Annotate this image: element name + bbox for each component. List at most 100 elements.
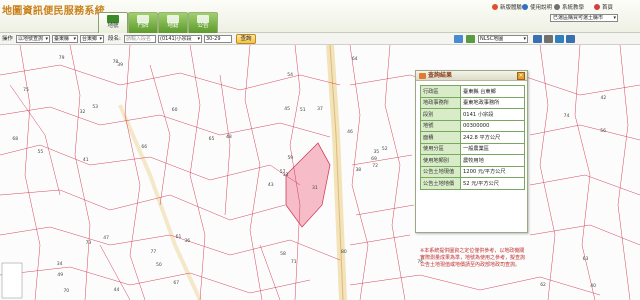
document-icon xyxy=(197,15,209,23)
chevron-down-icon: ▾ xyxy=(99,36,102,42)
site-title: 地圖資訊便民服務系統 xyxy=(2,6,105,17)
row-value: 臺東地政事務所 xyxy=(460,96,525,109)
parcel-number-label: 61 xyxy=(175,234,182,240)
parcel-number-label: 62 xyxy=(540,283,546,289)
parcel-number-label: 73 xyxy=(85,241,92,247)
parcel-number-label: 47 xyxy=(103,236,109,242)
query-result-popup: 查詢結果 × 行政區 臺東縣 台東鄉 地政事務所 臺東地政事務所 段別 0141 小宗… xyxy=(415,70,528,268)
tab-cadastral[interactable]: 地籍 xyxy=(158,12,188,33)
map-layer-select[interactable]: NLSC地圖 ▾ xyxy=(478,35,528,43)
tab-label: 門牌 xyxy=(137,23,149,29)
query-button[interactable]: 查詢 xyxy=(236,34,256,44)
row-value: 1200 元/平方公尺 xyxy=(460,165,525,178)
link-home[interactable]: 首頁 xyxy=(594,3,613,11)
parcel-number-label: 46 xyxy=(347,130,353,136)
table-row: 段別 0141 小宗段 xyxy=(420,108,525,121)
parcel-number-label: 58 xyxy=(280,252,286,258)
print-icon[interactable] xyxy=(544,35,553,43)
parcel-number-label: 75 xyxy=(23,88,29,94)
county-select[interactable]: 臺東縣 ▾ xyxy=(52,35,78,43)
parcel-number-label: 69 xyxy=(371,156,377,162)
parcel-number-label: 56 xyxy=(600,128,606,134)
parcel-number-label: 48 xyxy=(226,135,232,140)
edit-icon[interactable] xyxy=(533,35,542,43)
parcel-number-label: 57 xyxy=(279,169,286,175)
query-mode-select[interactable]: 以地號查詢 ▾ xyxy=(16,35,50,43)
refresh-map-icon[interactable] xyxy=(466,35,475,43)
parcel-number-label: 40 xyxy=(590,283,596,289)
locate-icon[interactable] xyxy=(566,35,575,43)
region-select[interactable]: 已選區購買可選土縣市 ▾ xyxy=(550,14,618,22)
parcel-number-label: 64 xyxy=(351,56,358,62)
popup-header: 查詢結果 × xyxy=(416,71,527,81)
parcel-number-label: 35 xyxy=(373,149,380,155)
row-value: 00300000 xyxy=(460,119,525,132)
table-row: 使用地類別 農牧用地 xyxy=(420,154,525,167)
query-toolbar: 操作 以地號查詢 ▾ 臺東縣 ▾ 台東鄉 ▾ 段名: 請輸入段名 (0141)小宗段 ▾… xyxy=(0,33,640,45)
row-key: 段別 xyxy=(420,108,461,121)
parcel-number-label: 41 xyxy=(82,157,89,163)
link-new-version[interactable]: 新版體驗 xyxy=(492,3,522,11)
measure-icon[interactable] xyxy=(555,35,564,43)
close-button[interactable]: × xyxy=(517,72,525,80)
parcel-number-label: 63 xyxy=(582,257,589,263)
chevron-down-icon: ▾ xyxy=(523,36,526,42)
chevron-down-icon: ▾ xyxy=(73,36,76,42)
parcel-number-label: 32 xyxy=(79,109,86,115)
disclaimer-note: ※本系統提供圖資之定位僅供參考，以地政機關實際測量成果為準，地號為使用之參考，擬… xyxy=(420,248,526,268)
parcel-number-label: 36 xyxy=(184,238,191,244)
section-select[interactable]: (0141)小宗段 ▾ xyxy=(158,35,202,43)
house-icon xyxy=(137,15,149,23)
row-key: 地政事務所 xyxy=(420,96,461,109)
home-icon xyxy=(594,4,600,10)
parcel-lines xyxy=(0,45,640,300)
town-select[interactable]: 台東鄉 ▾ xyxy=(80,35,104,43)
parcel-number-label: 79 xyxy=(58,56,65,62)
people-icon xyxy=(167,15,179,23)
table-row: 地政事務所 臺東地政事務所 xyxy=(420,96,525,109)
parcel-number-label: 43 xyxy=(267,183,274,189)
parcel-number-label: 71 xyxy=(290,260,297,266)
parcel-number-label: 70 xyxy=(63,288,70,294)
table-row: 公告土地現值 1200 元/平方公尺 xyxy=(420,165,525,178)
row-value: 農牧用地 xyxy=(460,154,525,167)
parcel-number-label: 31 xyxy=(312,185,318,191)
section-input[interactable]: 請輸入段名 xyxy=(124,35,156,43)
row-key: 公告土地地價 xyxy=(420,177,461,190)
parcel-number-label: 49 xyxy=(57,273,64,279)
chevron-down-icon: ▾ xyxy=(613,15,616,21)
app-window: 地圖資訊便民服務系統 地號 門牌 地籍 公告 新版體驗 使用說明 系統教學 首頁… xyxy=(0,0,640,300)
parcel-number-label: 80 xyxy=(341,250,347,256)
chevron-down-icon: ▾ xyxy=(197,36,200,42)
row-key: 行政區 xyxy=(420,85,461,98)
tab-label: 地籍 xyxy=(167,23,179,29)
link-user-guide[interactable]: 使用說明 xyxy=(522,3,552,11)
land-number-input[interactable]: 30-29 xyxy=(204,35,232,43)
row-value: 52 元/平方公尺 xyxy=(460,177,525,190)
parcel-number-label: 38 xyxy=(355,167,362,173)
link-tutorial[interactable]: 系統教學 xyxy=(554,3,584,11)
parcel-number-label: 68 xyxy=(12,137,19,143)
zoom-in-icon[interactable] xyxy=(454,35,463,43)
row-value: 一般農業區 xyxy=(460,142,525,155)
result-table: 行政區 臺東縣 台東鄉 地政事務所 臺東地政事務所 段別 0141 小宗段 地號 003… xyxy=(420,85,525,190)
table-row: 公告土地地價 52 元/平方公尺 xyxy=(420,177,525,190)
map-canvas[interactable]: 31 32 33 34 35 36 37 38 39 40 41 42 43 44 45 46 47 48 49 50… xyxy=(0,45,640,300)
row-key: 使用地類別 xyxy=(420,154,461,167)
row-key: 公告土地現值 xyxy=(420,165,461,178)
map-inset xyxy=(1,262,23,299)
parcel-number-label: 37 xyxy=(317,107,323,113)
header-bar: 地圖資訊便民服務系統 地號 門牌 地籍 公告 新版體驗 使用說明 系統教學 首頁… xyxy=(0,0,640,33)
parcel-number-label: 42 xyxy=(600,96,607,102)
table-row: 行政區 臺東縣 台東鄉 xyxy=(420,85,525,98)
tab-land-number[interactable]: 地號 xyxy=(98,12,128,33)
tab-house-number[interactable]: 門牌 xyxy=(128,12,158,33)
parcel-number-label: 51 xyxy=(299,107,306,113)
table-row: 地號 00300000 xyxy=(420,119,525,132)
parcel-number-label: 53 xyxy=(92,104,99,110)
map-pin-icon xyxy=(107,15,119,23)
parcel-number-label: 34 xyxy=(56,261,63,267)
parcel-number-label: 60 xyxy=(171,107,178,113)
parcel-number-label: 45 xyxy=(284,106,291,112)
tab-announcement[interactable]: 公告 xyxy=(188,12,218,33)
